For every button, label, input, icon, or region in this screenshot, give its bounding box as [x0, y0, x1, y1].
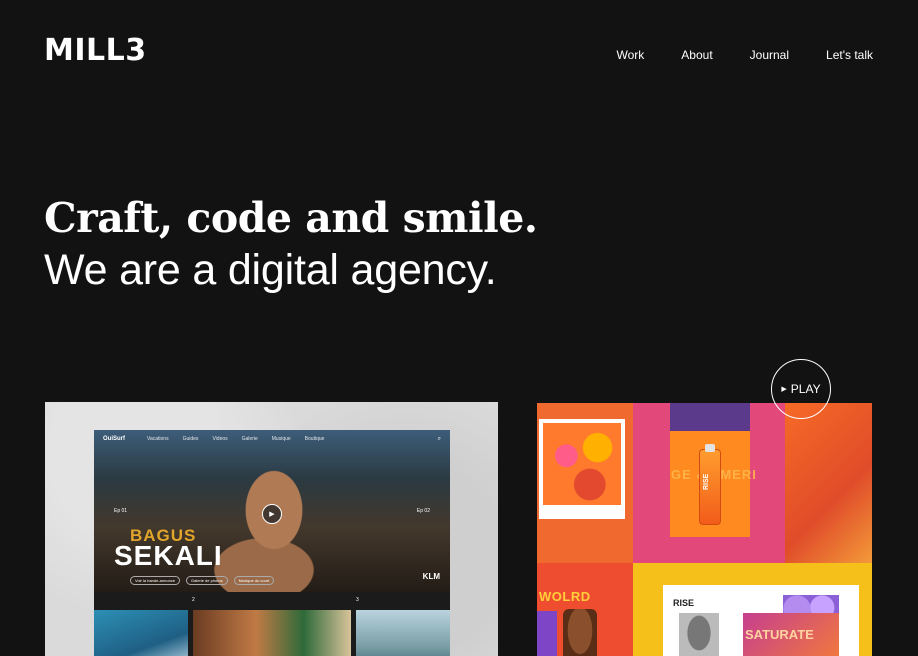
ouisurf-chip: Galerie de photos	[186, 576, 228, 585]
thumbnail-village	[193, 610, 351, 656]
rise-portrait	[563, 609, 597, 656]
ouisurf-nav-item: Boutique	[304, 436, 325, 442]
ouisurf-ep-right: Ep 02	[416, 508, 430, 514]
rise-tile-fruit	[537, 403, 633, 563]
hero: Craft, code and smile. We are a digital …	[44, 193, 538, 297]
ouisurf-nav-item: Guides	[182, 436, 199, 442]
ouisurf-nav-item: Galerie	[241, 436, 258, 442]
ouisurf-numbers: 2 3	[94, 594, 450, 608]
logo[interactable]: MILL3	[44, 36, 147, 66]
ouisurf-topbar: OuiSurf Vacations Guides Videos Galerie …	[94, 430, 450, 448]
hero-headline: Craft, code and smile.	[44, 194, 538, 242]
thumbnail-coast	[356, 610, 450, 656]
ouisurf-title-bottom: SEKALI	[114, 540, 223, 571]
ouisurf-nav-item: Musique	[271, 436, 291, 442]
rise-bottle: RISE	[699, 444, 721, 525]
ouisurf-chips: Voir la bande-annonce Galerie de photos …	[130, 576, 275, 585]
play-button[interactable]: ▶ PLAY	[771, 359, 831, 419]
search-icon: ⌕	[437, 435, 441, 442]
rise-wolrd-text: WOLRD	[539, 589, 591, 604]
rise-purple-block	[537, 611, 557, 656]
ouisurf-ep-left: Ep 01	[114, 508, 128, 514]
rise-tile-bottle: GE & TMERI RISE	[633, 403, 785, 563]
ouisurf-number: 2	[192, 597, 195, 603]
hero-subheadline: We are a digital agency.	[44, 246, 497, 294]
rise-figure	[679, 613, 719, 656]
rise-header-text: RISE	[673, 598, 695, 608]
nav-journal[interactable]: Journal	[750, 47, 789, 63]
rise-bottle-label: RISE	[703, 473, 710, 490]
rise-can-top	[670, 403, 750, 431]
ouisurf-chip: Musique du court	[233, 576, 275, 585]
nav-work[interactable]: Work	[617, 47, 645, 63]
thumbnail-surf	[94, 610, 188, 656]
klm-logo: KLM	[422, 572, 440, 581]
rise-tile-saturate: RISE SATURATE	[633, 563, 872, 656]
ouisurf-nav-item: Videos	[212, 436, 228, 442]
ouisurf-chip: Voir la bande-annonce	[130, 576, 181, 585]
ouisurf-number: 3	[356, 597, 359, 603]
rise-saturate-text: SATURATE	[745, 627, 814, 642]
nav-about[interactable]: About	[681, 47, 712, 63]
play-triangle-icon: ▶	[781, 386, 787, 393]
play-label: PLAY	[790, 382, 821, 396]
ouisurf-thumbnails	[94, 610, 450, 656]
project-card-ouisurf[interactable]: OuiSurf Vacations Guides Videos Galerie …	[45, 402, 498, 656]
project-card-rise[interactable]: GE & TMERI RISE WOLRD RISE SATURATE	[537, 403, 872, 656]
nav-lets-talk[interactable]: Let's talk	[826, 47, 873, 63]
rise-tile-wolrd: WOLRD	[537, 563, 633, 656]
rise-fruit-card	[539, 419, 625, 519]
rise-tile-gradient	[785, 403, 872, 563]
main-nav: Work About Journal Let's talk	[580, 47, 873, 63]
ouisurf-nav-item: Vacations	[147, 436, 169, 442]
play-icon: ▶	[262, 504, 282, 524]
ouisurf-site-preview: OuiSurf Vacations Guides Videos Galerie …	[94, 430, 450, 656]
ouisurf-brand: OuiSurf	[103, 436, 125, 442]
